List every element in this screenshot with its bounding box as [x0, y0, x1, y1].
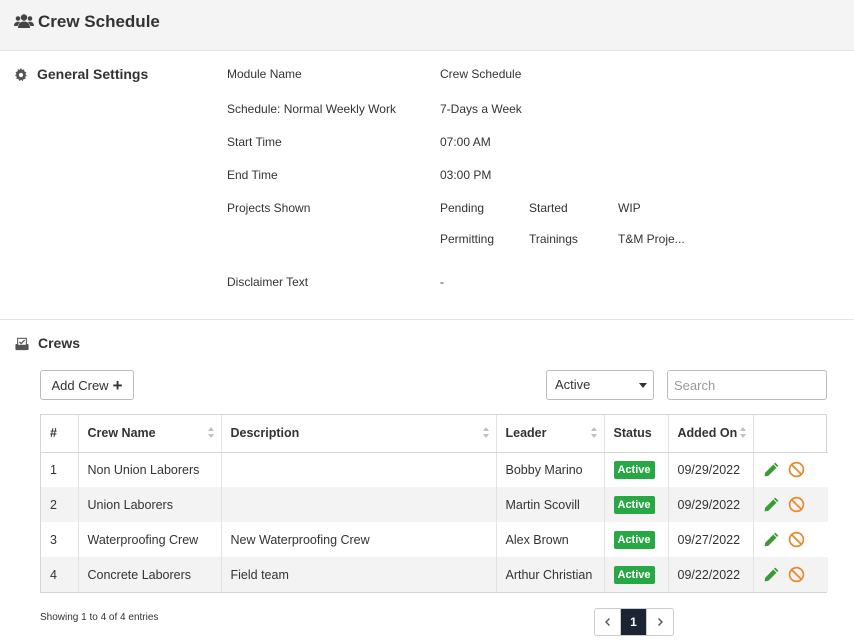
status-badge: Active: [613, 565, 655, 584]
crew-leader: Alex Brown: [496, 522, 605, 557]
section-divider: [0, 319, 854, 320]
added-on-date: 09/29/2022: [668, 452, 754, 487]
sort-icon[interactable]: [590, 427, 598, 439]
crew-leader: Martin Scovill: [496, 487, 605, 522]
table-row: 3 Waterproofing Crew New Waterproofing C…: [41, 522, 828, 557]
table-header-row: # Crew Name Description Leader Status Ad…: [41, 415, 828, 453]
sort-icon[interactable]: [482, 427, 490, 439]
table-row: 2 Union Laborers Martin Scovill Active 0…: [41, 487, 828, 522]
inbox-check-icon: [15, 337, 29, 351]
edit-pencil-icon[interactable]: [763, 566, 780, 583]
end-time-label: End Time: [227, 168, 278, 182]
table-row: 4 Concrete Laborers Field team Arthur Ch…: [41, 557, 828, 592]
search-input[interactable]: [667, 370, 827, 400]
column-header-status[interactable]: Status: [604, 415, 669, 453]
crew-description: [221, 452, 497, 487]
project-status-item: Permitting: [440, 232, 495, 246]
page-title: Crew Schedule: [38, 12, 160, 31]
edit-pencil-icon[interactable]: [763, 496, 780, 513]
table-row: 1 Non Union Laborers Bobby Marino Active…: [41, 452, 828, 487]
row-number: 2: [41, 487, 79, 522]
schedule-label: Schedule: Normal Weekly Work: [227, 102, 396, 116]
column-header-description[interactable]: Description: [221, 415, 497, 453]
edit-pencil-icon[interactable]: [763, 531, 780, 548]
disable-icon[interactable]: [788, 496, 805, 513]
added-on-date: 09/27/2022: [668, 522, 754, 557]
edit-pencil-icon[interactable]: [763, 461, 780, 478]
gear-icon: [15, 68, 27, 82]
sort-icon[interactable]: [739, 427, 747, 439]
crew-name: Waterproofing Crew: [78, 522, 222, 557]
project-status-item: Trainings: [529, 232, 578, 246]
crews-title: Crews: [38, 335, 81, 351]
general-settings-title: General Settings: [37, 66, 149, 82]
column-header-added-on[interactable]: Added On: [668, 415, 754, 453]
chevron-left-icon: [604, 618, 610, 626]
projects-shown-label: Projects Shown: [227, 201, 311, 215]
disclaimer-label: Disclaimer Text: [227, 275, 309, 289]
project-status-item: T&M Proje...: [618, 232, 685, 246]
crew-description: [221, 487, 497, 522]
pagination: 1: [594, 608, 674, 636]
next-page-button[interactable]: [647, 609, 673, 635]
project-status-item: Started: [529, 201, 568, 215]
status-filter-select[interactable]: Active: [546, 370, 654, 400]
column-header-number: #: [41, 415, 79, 453]
crew-name: Non Union Laborers: [78, 452, 222, 487]
crew-name: Union Laborers: [78, 487, 222, 522]
add-crew-button[interactable]: Add Crew +: [40, 370, 134, 400]
module-name-label: Module Name: [227, 67, 302, 81]
crew-leader: Arthur Christian: [496, 557, 605, 592]
chevron-right-icon: [658, 618, 663, 626]
added-on-date: 09/29/2022: [668, 487, 754, 522]
crews-table: # Crew Name Description Leader Status Ad…: [40, 414, 828, 593]
column-header-crew-name[interactable]: Crew Name: [78, 415, 222, 453]
module-name-value: Crew Schedule: [440, 67, 522, 81]
table-info-text: Showing 1 to 4 of 4 entries: [40, 612, 159, 623]
row-number: 4: [41, 557, 79, 592]
start-time-value: 07:00 AM: [440, 135, 491, 149]
column-header-actions: [753, 415, 828, 453]
crew-name: Concrete Laborers: [78, 557, 222, 592]
users-icon: [14, 14, 34, 28]
caret-down-icon: [639, 383, 647, 388]
start-time-label: Start Time: [227, 135, 282, 149]
disclaimer-value: -: [440, 275, 444, 289]
schedule-value: 7-Days a Week: [440, 102, 522, 116]
status-badge: Active: [613, 530, 655, 549]
status-filter-value: Active: [555, 377, 591, 392]
page-button-current[interactable]: 1: [621, 609, 647, 635]
status-badge: Active: [613, 495, 655, 514]
add-crew-label: Add Crew: [51, 377, 109, 393]
plus-icon: +: [112, 375, 123, 395]
end-time-value: 03:00 PM: [440, 168, 492, 182]
row-number: 3: [41, 522, 79, 557]
disable-icon[interactable]: [788, 461, 805, 478]
added-on-date: 09/22/2022: [668, 557, 754, 592]
disable-icon[interactable]: [788, 531, 805, 548]
crew-description: New Waterproofing Crew: [221, 522, 497, 557]
disable-icon[interactable]: [788, 566, 805, 583]
status-badge: Active: [613, 460, 655, 479]
crew-description: Field team: [221, 557, 497, 592]
project-status-item: Pending: [440, 201, 485, 215]
page-header: Crew Schedule: [0, 0, 854, 51]
prev-page-button[interactable]: [595, 609, 621, 635]
sort-icon[interactable]: [207, 427, 215, 439]
project-status-item: WIP: [618, 201, 641, 215]
row-number: 1: [41, 452, 79, 487]
crew-leader: Bobby Marino: [496, 452, 605, 487]
column-header-leader[interactable]: Leader: [496, 415, 605, 453]
